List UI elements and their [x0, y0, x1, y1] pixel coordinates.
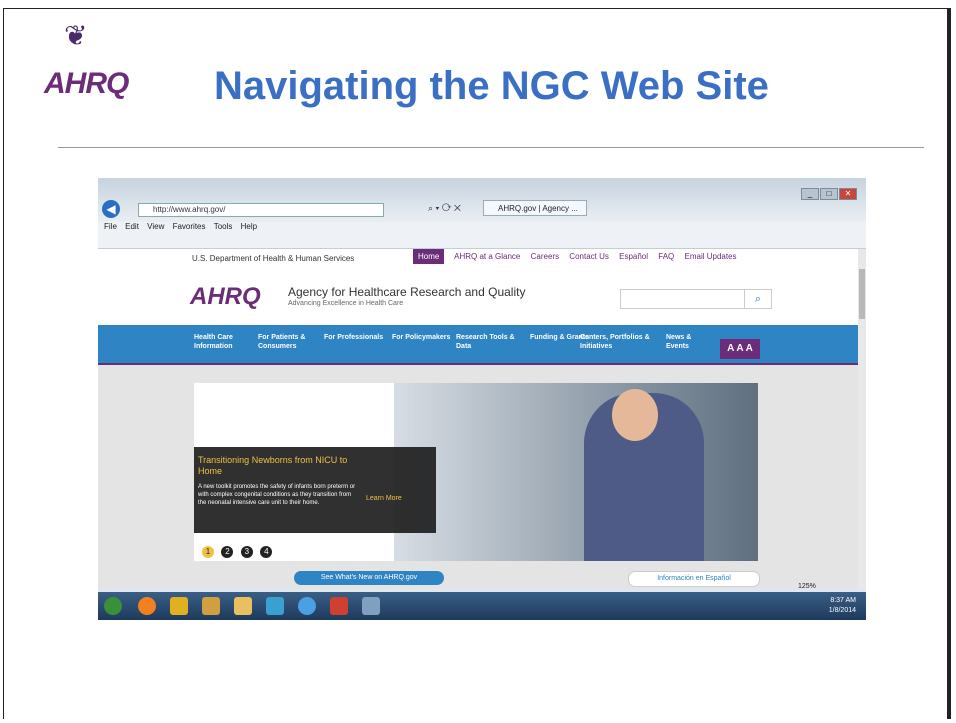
- slide: ❦ AHRQ Navigating the NGC Web Site ◀ htt…: [3, 8, 951, 719]
- nav-policymakers[interactable]: For Policymakers: [392, 333, 452, 342]
- browser-chrome: ◀ http://www.ahrq.gov/ ⌕ ▾ ⟳ ✕ AHRQ.gov …: [98, 178, 866, 222]
- menu-file[interactable]: File: [104, 222, 117, 231]
- slide-title: Navigating the NGC Web Site: [214, 64, 769, 108]
- system-clock[interactable]: 8:37 AM 1/8/2014: [829, 596, 856, 616]
- carousel-dot-4[interactable]: 4: [260, 546, 273, 558]
- site-header: AHRQ Agency for Healthcare Research and …: [98, 271, 858, 325]
- minimize-button[interactable]: _: [801, 188, 819, 200]
- menu-view[interactable]: View: [147, 222, 164, 231]
- carousel-dots: 1 2 3 4: [202, 541, 275, 559]
- nav-health-care-information[interactable]: Health Care Information: [194, 333, 254, 351]
- address-tools-icon[interactable]: ⌕ ▾ ⟳ ✕: [428, 203, 461, 214]
- window-controls: _ □ ✕: [800, 183, 860, 200]
- nav-centers-portfolios[interactable]: Centers, Portfolios & Initiatives: [580, 333, 660, 351]
- app-icon[interactable]: [170, 597, 188, 615]
- agency-name: Agency for Healthcare Research and Quali…: [288, 285, 526, 299]
- agency-tagline: Advancing Excellence in Health Care: [288, 300, 404, 307]
- hhs-eagle-icon: ❦: [64, 20, 88, 51]
- nav-professionals[interactable]: For Professionals: [324, 333, 384, 342]
- address-bar[interactable]: http://www.ahrq.gov/: [138, 203, 384, 217]
- menu-help[interactable]: Help: [241, 222, 257, 231]
- media-icon[interactable]: [266, 597, 284, 615]
- nav-news-events[interactable]: News & Events: [666, 333, 716, 351]
- nav-research-tools[interactable]: Research Tools & Data: [456, 333, 516, 351]
- menu-tools[interactable]: Tools: [214, 222, 233, 231]
- folder-icon[interactable]: [202, 597, 220, 615]
- main-nav: Health Care Information For Patients & C…: [98, 325, 858, 365]
- clock-date: 1/8/2014: [828, 607, 856, 614]
- hero-carousel[interactable]: Transitioning Newborns from NICU to Home…: [194, 383, 758, 561]
- top-link-contact[interactable]: Contact Us: [569, 252, 609, 261]
- whats-new-button[interactable]: See What's New on AHRQ.gov: [294, 571, 444, 585]
- hero-body: A new toolkit promotes the safety of inf…: [198, 484, 356, 506]
- learn-more-link[interactable]: Learn More: [366, 495, 402, 502]
- espanol-button[interactable]: Información en Español: [628, 571, 760, 587]
- top-link-glance[interactable]: AHRQ at a Glance: [454, 252, 520, 261]
- maximize-button[interactable]: □: [820, 188, 838, 200]
- hero-title[interactable]: Transitioning Newborns from NICU to Home: [198, 455, 368, 477]
- zoom-level[interactable]: 125%: [798, 583, 816, 590]
- search-icon[interactable]: ⌕: [744, 290, 771, 308]
- menu-edit[interactable]: Edit: [125, 222, 139, 231]
- close-button[interactable]: ✕: [839, 188, 857, 200]
- clock-time: 8:37 AM: [830, 597, 856, 604]
- carousel-dot-2[interactable]: 2: [221, 546, 234, 558]
- top-link-careers[interactable]: Careers: [531, 252, 559, 261]
- firefox-icon[interactable]: [138, 597, 156, 615]
- paint-icon[interactable]: [362, 597, 380, 615]
- menu-favorites[interactable]: Favorites: [173, 222, 206, 231]
- utility-bar: U.S. Department of Health & Human Servic…: [98, 249, 858, 271]
- browser-screenshot: ◀ http://www.ahrq.gov/ ⌕ ▾ ⟳ ✕ AHRQ.gov …: [98, 178, 866, 620]
- back-button[interactable]: ◀: [102, 200, 120, 218]
- web-page: U.S. Department of Health & Human Servic…: [98, 249, 858, 589]
- text-size-control[interactable]: A A A: [720, 339, 760, 359]
- browser-tab[interactable]: AHRQ.gov | Agency ...: [483, 200, 587, 216]
- files-icon[interactable]: [234, 597, 252, 615]
- hero-caption: Transitioning Newborns from NICU to Home…: [194, 447, 436, 533]
- nurse-head: [612, 389, 658, 441]
- favorites-bar: [98, 234, 866, 249]
- site-logo[interactable]: AHRQ: [190, 283, 261, 311]
- start-button-icon[interactable]: [104, 597, 122, 615]
- top-link-email[interactable]: Email Updates: [685, 252, 737, 261]
- top-link-faq[interactable]: FAQ: [658, 252, 674, 261]
- nav-patients-consumers[interactable]: For Patients & Consumers: [258, 333, 318, 351]
- top-links: Home AHRQ at a Glance Careers Contact Us…: [413, 249, 745, 264]
- carousel-dot-1[interactable]: 1: [202, 546, 214, 558]
- scrollbar-thumb[interactable]: [859, 269, 865, 319]
- top-link-espanol[interactable]: Español: [619, 252, 648, 261]
- hhs-link[interactable]: U.S. Department of Health & Human Servic…: [192, 254, 354, 263]
- carousel-dot-3[interactable]: 3: [240, 546, 253, 558]
- menu-bar: File Edit View Favorites Tools Help: [98, 222, 866, 234]
- title-divider: [58, 147, 924, 148]
- office-icon[interactable]: [330, 597, 348, 615]
- top-link-home[interactable]: Home: [413, 249, 445, 264]
- scrollbar[interactable]: [858, 249, 866, 589]
- ie-icon[interactable]: [298, 597, 316, 615]
- windows-taskbar: 8:37 AM 1/8/2014: [98, 592, 866, 620]
- search-input[interactable]: ⌕: [620, 289, 772, 309]
- ahrq-logo-text: AHRQ: [44, 67, 129, 100]
- ahrq-logo: ❦ AHRQ: [44, 19, 154, 129]
